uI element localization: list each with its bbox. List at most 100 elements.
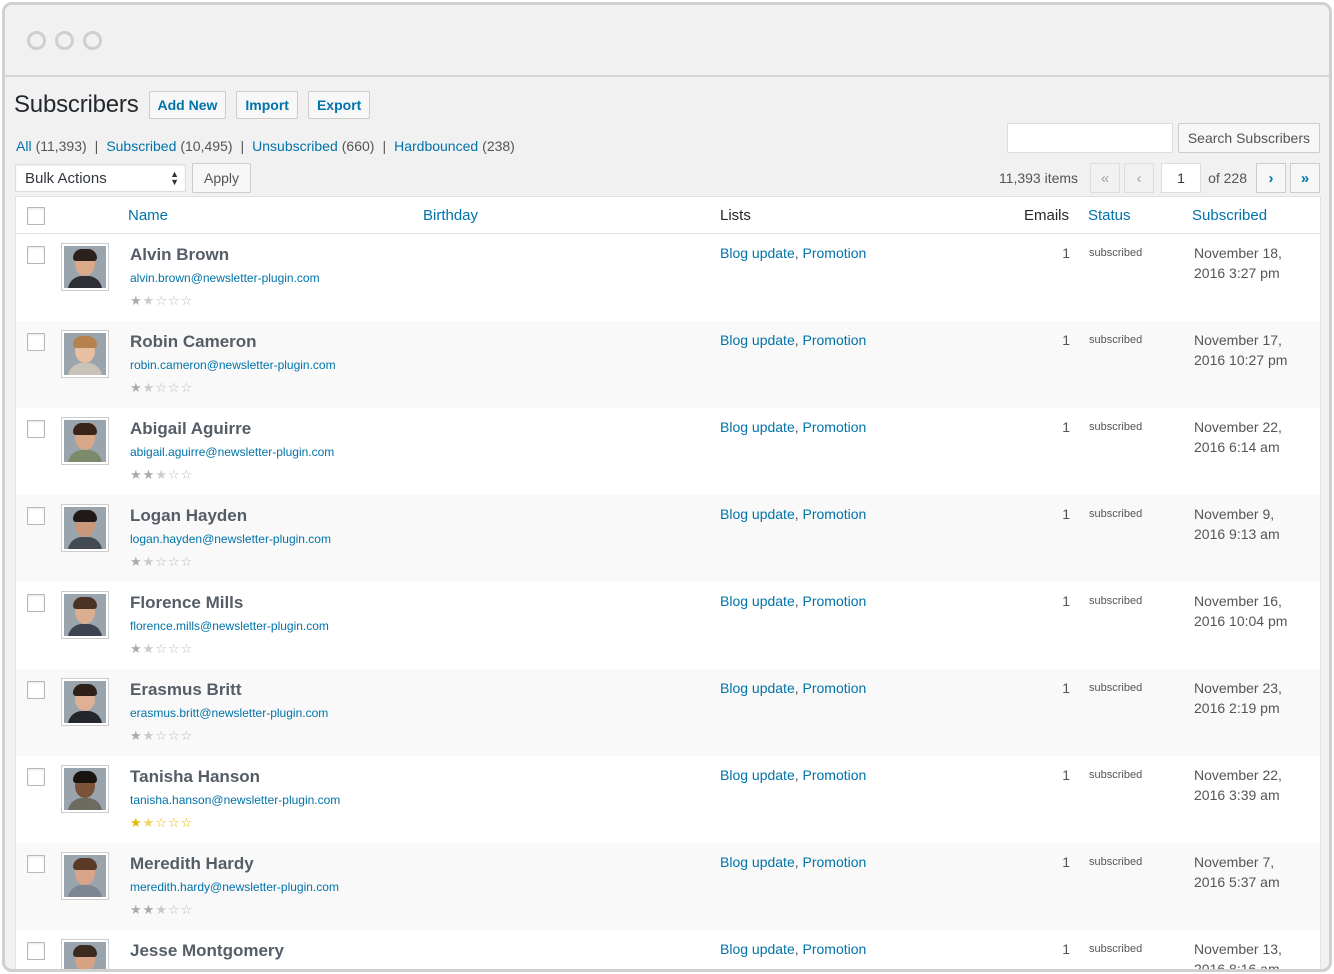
row-checkbox[interactable]: [27, 942, 45, 960]
bulk-actions-select[interactable]: Bulk Actions ▲ ▼: [15, 164, 186, 192]
list-link[interactable]: Promotion: [803, 680, 867, 696]
subscribed-date-line: November 23,: [1194, 680, 1282, 696]
subscribed-date-line: November 17,: [1194, 332, 1282, 348]
subscriber-email[interactable]: erasmus.britt@newsletter-plugin.com: [130, 706, 328, 720]
rating-stars: ★★☆☆☆: [130, 815, 193, 831]
window-zoom-button[interactable]: [83, 31, 102, 50]
column-subscribed-header[interactable]: Subscribed: [1192, 207, 1267, 224]
subscribed-date-line: November 7,: [1194, 854, 1275, 870]
subscriber-email[interactable]: logan.hayden@newsletter-plugin.com: [130, 532, 331, 546]
list-link[interactable]: Promotion: [803, 506, 867, 522]
filter-unsubscribed-link[interactable]: Unsubscribed: [252, 138, 338, 154]
subscriber-email[interactable]: meredith.hardy@newsletter-plugin.com: [130, 880, 339, 894]
list-link[interactable]: Blog update: [720, 506, 795, 522]
export-button[interactable]: Export: [307, 91, 371, 119]
star-filled-icon: ★: [130, 554, 143, 569]
avatar-shoulders: [68, 276, 102, 288]
subscriber-name[interactable]: Erasmus Britt: [130, 680, 241, 700]
row-checkbox[interactable]: [27, 768, 45, 786]
select-arrows-icon: ▲ ▼: [170, 169, 179, 187]
list-link[interactable]: Promotion: [803, 767, 867, 783]
list-link[interactable]: Blog update: [720, 419, 795, 435]
subscriber-lists: Blog update, Promotion: [720, 680, 866, 696]
subscriber-email[interactable]: alvin.brown@newsletter-plugin.com: [130, 271, 320, 285]
subscriber-name[interactable]: Meredith Hardy: [130, 854, 254, 874]
list-link[interactable]: Blog update: [720, 593, 795, 609]
star-empty-icon: ☆: [155, 293, 168, 308]
last-page-button[interactable]: »: [1290, 163, 1320, 193]
column-status-header[interactable]: Status: [1088, 207, 1131, 224]
current-page-input[interactable]: 1: [1161, 163, 1202, 193]
row-checkbox[interactable]: [27, 420, 45, 438]
subscriber-email[interactable]: abigail.aguirre@newsletter-plugin.com: [130, 445, 334, 459]
list-link[interactable]: Blog update: [720, 941, 795, 957]
list-link[interactable]: Blog update: [720, 767, 795, 783]
next-page-button[interactable]: ›: [1256, 163, 1286, 193]
row-checkbox[interactable]: [27, 681, 45, 699]
star-empty-icon: ☆: [167, 902, 181, 917]
star-filled-icon: ★: [142, 554, 156, 569]
row-checkbox[interactable]: [27, 507, 45, 525]
subscriber-email[interactable]: florence.mills@newsletter-plugin.com: [130, 619, 329, 633]
subscribed-date-line: November 18,: [1194, 245, 1282, 261]
subscriber-name[interactable]: Florence Mills: [130, 593, 243, 613]
column-name-header[interactable]: Name: [128, 207, 168, 224]
row-checkbox[interactable]: [27, 594, 45, 612]
apply-button[interactable]: Apply: [192, 163, 252, 193]
subscribed-date-line: November 22,: [1194, 419, 1282, 435]
star-filled-icon: ★: [130, 380, 143, 395]
subscribed-time-line: 2016 3:39 am: [1194, 787, 1280, 803]
status-label: subscribed: [1089, 769, 1143, 781]
list-link[interactable]: Blog update: [720, 245, 795, 261]
list-link[interactable]: Promotion: [803, 245, 867, 261]
window-titlebar: [5, 5, 1329, 77]
window-minimize-button[interactable]: [55, 31, 74, 50]
row-checkbox[interactable]: [27, 333, 45, 351]
subscriber-name[interactable]: Logan Hayden: [130, 506, 247, 526]
filter-subscribed-link[interactable]: Subscribed: [106, 138, 176, 154]
subscriber-name[interactable]: Robin Cameron: [130, 332, 257, 352]
list-link[interactable]: Promotion: [803, 419, 867, 435]
list-link[interactable]: Blog update: [720, 854, 795, 870]
subscriber-name[interactable]: Alvin Brown: [130, 245, 229, 265]
list-link[interactable]: Promotion: [803, 593, 867, 609]
filter-all-link[interactable]: All: [16, 138, 32, 154]
list-link[interactable]: Promotion: [803, 332, 867, 348]
avatar: [61, 243, 109, 291]
subscribed-date: November 16, 2016 10:04 pm: [1194, 591, 1309, 631]
star-filled-icon: ★: [155, 467, 168, 482]
subscriber-email[interactable]: jesse.montgomery@newsletter-plugin.com: [130, 967, 357, 969]
avatar-photo: [64, 594, 106, 636]
rating-stars: ★★★☆☆: [130, 467, 193, 483]
subscribed-time-line: 2016 10:27 pm: [1194, 352, 1288, 368]
subscribed-date: November 22, 2016 3:39 am: [1194, 765, 1309, 805]
avatar-hair: [73, 336, 97, 348]
subscriber-email[interactable]: robin.cameron@newsletter-plugin.com: [130, 358, 336, 372]
subscriber-name[interactable]: Tanisha Hanson: [130, 767, 260, 787]
row-checkbox[interactable]: [27, 246, 45, 264]
row-checkbox[interactable]: [27, 855, 45, 873]
window-close-button[interactable]: [27, 31, 46, 50]
search-input[interactable]: [1006, 123, 1173, 153]
filter-hardbounced-link[interactable]: Hardbounced: [394, 138, 478, 154]
search-subscribers-button[interactable]: Search Subscribers: [1177, 123, 1320, 153]
star-empty-icon: ☆: [180, 728, 194, 743]
first-page-button: «: [1090, 163, 1121, 193]
select-all-checkbox[interactable]: [27, 207, 45, 225]
subscriber-name[interactable]: Jesse Montgomery: [130, 941, 284, 961]
add-new-button[interactable]: Add New: [148, 91, 227, 119]
avatar-shoulders: [68, 537, 102, 549]
list-link[interactable]: Blog update: [720, 680, 795, 696]
list-link[interactable]: Promotion: [803, 941, 867, 957]
list-link[interactable]: Blog update: [720, 332, 795, 348]
import-button[interactable]: Import: [236, 91, 298, 119]
subscriber-email[interactable]: tanisha.hanson@newsletter-plugin.com: [130, 793, 340, 807]
table-row: Logan Hayden logan.hayden@newsletter-plug…: [16, 495, 1320, 582]
list-link[interactable]: Promotion: [803, 854, 867, 870]
table-row: Alvin Brown alvin.brown@newsletter-plugin…: [16, 234, 1320, 321]
column-birthday-header[interactable]: Birthday: [423, 207, 478, 224]
star-empty-icon: ☆: [167, 728, 181, 743]
subscriber-lists: Blog update, Promotion: [720, 941, 866, 957]
status-label: subscribed: [1089, 595, 1143, 607]
subscriber-name[interactable]: Abigail Aguirre: [130, 419, 251, 439]
